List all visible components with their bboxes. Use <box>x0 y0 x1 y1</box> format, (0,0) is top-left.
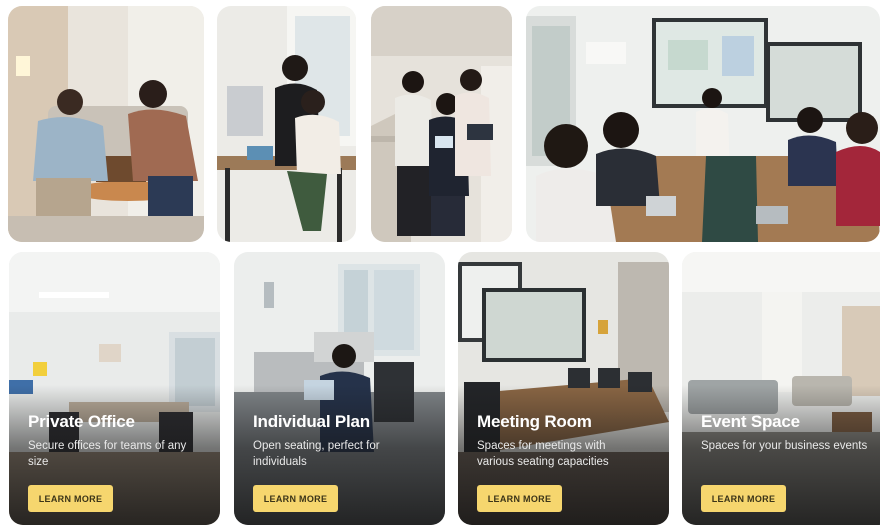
card-description: Open seating, perfect for individuals <box>253 440 380 468</box>
card-description: Spaces for your business events <box>701 440 868 452</box>
gallery-photo-meeting <box>526 6 880 242</box>
card-title: Event Space <box>701 412 800 431</box>
card-title: Meeting Room <box>477 412 592 431</box>
card-title: Individual Plan <box>253 412 370 431</box>
gallery-photo-team <box>371 6 512 242</box>
learn-more-button-private-office[interactable]: LEARN MORE <box>28 485 113 512</box>
learn-more-button-meeting-room[interactable]: LEARN MORE <box>477 485 562 512</box>
card-description: Spaces for meetings with various seating… <box>477 440 609 468</box>
card-description: Secure offices for teams of any size <box>28 440 187 468</box>
service-card-individual-plan[interactable]: Individual Plan Open seating, perfect fo… <box>234 252 445 525</box>
learn-more-button-individual-plan[interactable]: LEARN MORE <box>253 485 338 512</box>
card-title: Private Office <box>28 412 135 431</box>
service-card-private-office[interactable]: Private Office Secure offices for teams … <box>9 252 220 525</box>
service-card-event-space[interactable]: Event Space Spaces for your business eve… <box>682 252 880 525</box>
learn-more-button-event-space[interactable]: LEARN MORE <box>701 485 786 512</box>
gallery-photo-lounge <box>8 6 204 242</box>
service-card-meeting-room[interactable]: Meeting Room Spaces for meetings with va… <box>458 252 669 525</box>
gallery-photo-desk <box>217 6 356 242</box>
